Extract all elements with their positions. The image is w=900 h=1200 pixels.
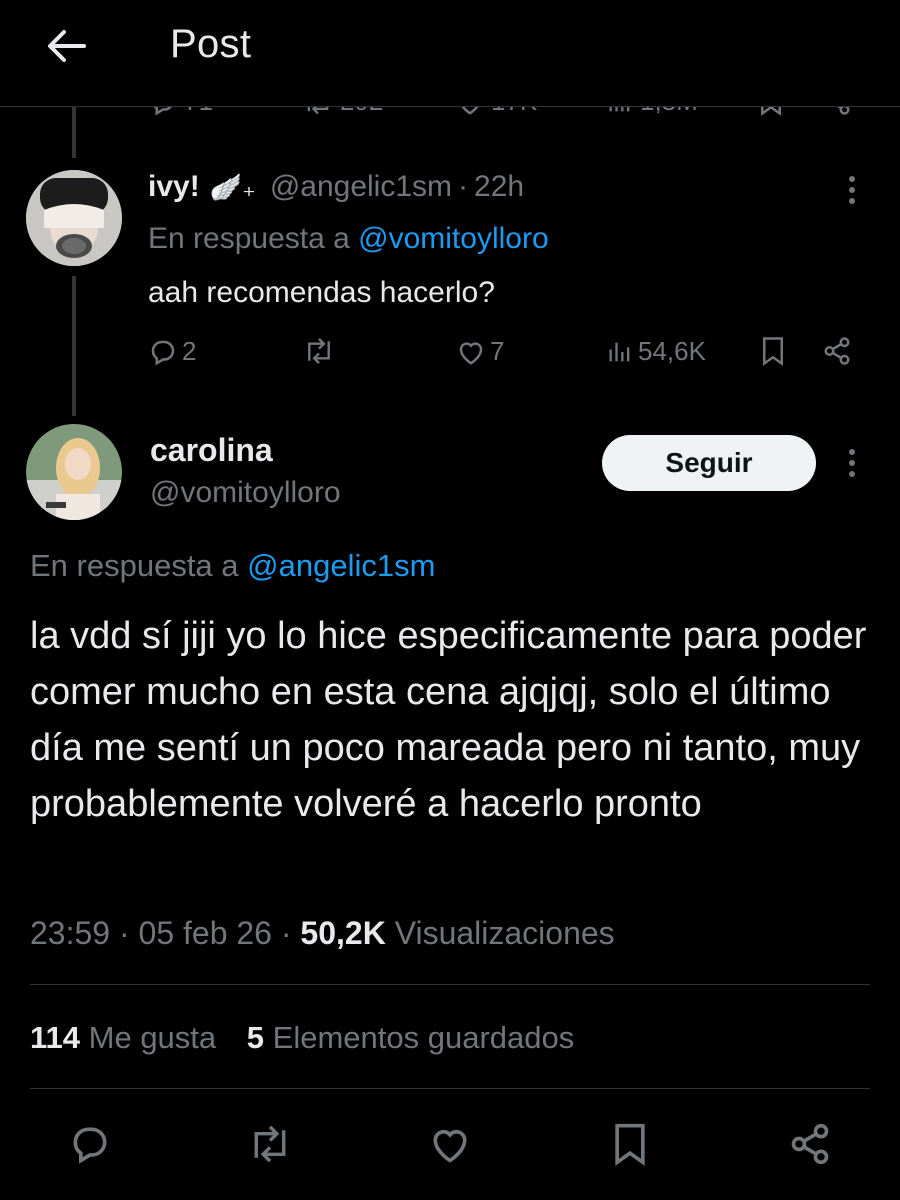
like-icon — [459, 341, 483, 365]
reply-time[interactable]: 22h — [474, 170, 524, 204]
reply-icon — [151, 340, 175, 365]
main-tweet-time[interactable]: 23:59 — [30, 915, 110, 951]
back-button[interactable] — [42, 24, 90, 68]
main-replying-to-handle[interactable]: @angelic1sm — [247, 548, 435, 583]
reply-repost-button[interactable] — [302, 336, 336, 366]
share-icon — [791, 1123, 829, 1165]
likes-count: 114 — [30, 1020, 81, 1055]
main-views-label: Visualizaciones — [394, 915, 615, 951]
more-icon — [849, 176, 855, 182]
reply-display-name[interactable]: ivy! — [148, 170, 200, 204]
repost-button[interactable] — [246, 1120, 294, 1168]
avatar-carolina-image — [26, 424, 122, 520]
avatar[interactable] — [26, 424, 122, 520]
bookmarks-stat[interactable]: 5 Elementos guardados — [247, 1020, 574, 1055]
likes-stat[interactable]: 114 Me gusta — [30, 1020, 225, 1055]
divider — [30, 1088, 870, 1089]
reply-button[interactable] — [66, 1120, 114, 1168]
more-icon — [849, 449, 855, 455]
avatar-ivy-image — [26, 170, 122, 266]
bookmark-button[interactable] — [606, 1120, 654, 1168]
reply-more-button[interactable] — [842, 170, 862, 210]
repost-icon — [254, 1125, 286, 1163]
main-tweet-meta: 23:59 · 05 feb 26 · 50,2K Visualizacione… — [30, 915, 615, 951]
reply-views-count: 54,6K — [638, 336, 706, 366]
reply-like-count: 7 — [490, 336, 505, 366]
thread-line-middle — [72, 276, 76, 416]
reply-handle[interactable]: @angelic1sm — [270, 170, 452, 204]
main-tweet-date[interactable]: 05 feb 26 — [139, 915, 272, 951]
main-handle[interactable]: @vomitoylloro — [150, 476, 341, 510]
views-icon — [609, 342, 630, 361]
page-title: Post — [170, 22, 252, 66]
main-replying-to: En respuesta a @angelic1sm — [30, 548, 436, 583]
reply-name-badges: 🪽₊ — [209, 172, 256, 202]
bookmarks-count: 5 — [246, 1020, 265, 1055]
header-divider — [0, 106, 900, 107]
reply-replying-to: En respuesta a @vomitoylloro — [148, 222, 549, 255]
reply-bookmark-button[interactable] — [760, 336, 786, 366]
reply-reply-button[interactable]: 2 — [148, 336, 196, 367]
bookmark-icon — [763, 337, 783, 366]
like-button[interactable] — [426, 1120, 474, 1168]
divider — [30, 984, 870, 985]
reply-reply-count: 2 — [182, 336, 197, 366]
avatar[interactable] — [26, 170, 122, 266]
share-button[interactable] — [786, 1120, 834, 1168]
reply-tweet-text: aah recomendas hacerlo? — [148, 276, 495, 309]
bookmarks-label: Elementos guardados — [272, 1020, 575, 1055]
follow-button[interactable]: Seguir — [602, 435, 816, 491]
reply-author-row: ivy! 🪽₊ @angelic1sm · 22h — [148, 170, 525, 204]
top-app-bar: Post — [0, 0, 900, 106]
reply-icon — [73, 1127, 107, 1164]
main-tweet-text: la vdd sí jiji yo lo hice especificament… — [30, 615, 867, 825]
main-display-name[interactable]: carolina — [150, 432, 273, 469]
main-more-button[interactable] — [842, 443, 862, 483]
back-arrow-icon — [48, 30, 86, 62]
reply-like-button[interactable]: 7 — [456, 336, 504, 367]
reply-replying-to-handle[interactable]: @vomitoylloro — [358, 222, 549, 255]
reply-views-button[interactable]: 54,6K — [606, 336, 706, 367]
engagement-stats: 114 Me gusta 5 Elementos guardados — [30, 1020, 574, 1056]
bookmark-icon — [615, 1123, 645, 1166]
repost-icon — [308, 337, 330, 365]
main-views-count: 50,2K — [300, 915, 386, 951]
share-icon — [824, 337, 850, 365]
reply-share-button[interactable] — [822, 336, 852, 366]
likes-label: Me gusta — [88, 1020, 217, 1055]
like-icon — [433, 1129, 467, 1163]
